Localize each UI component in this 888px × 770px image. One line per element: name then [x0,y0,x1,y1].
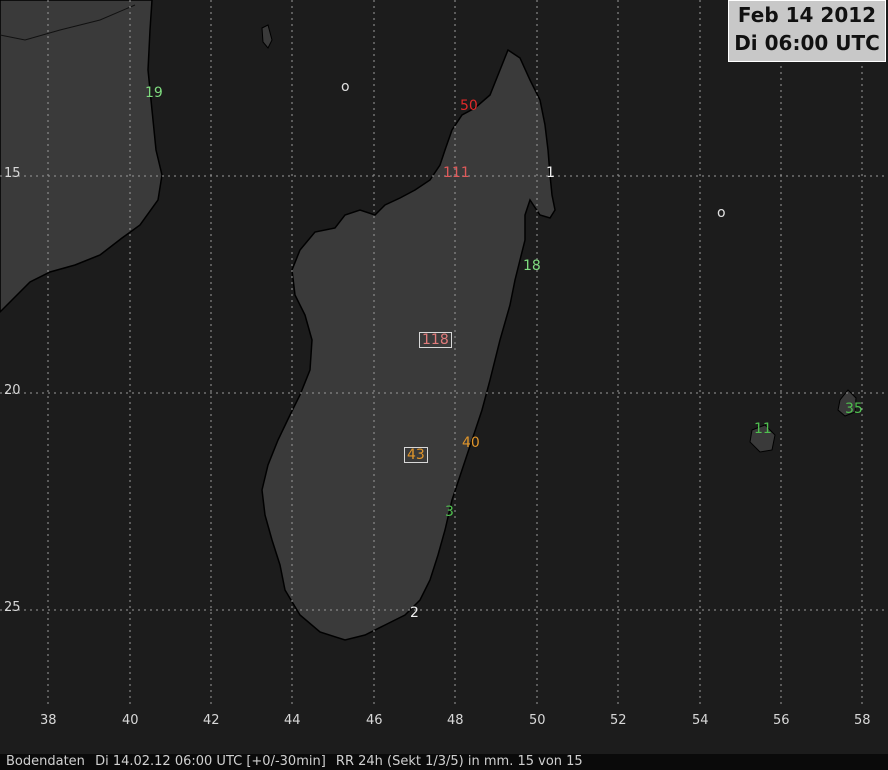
lat-label: 15 [4,166,21,181]
lon-label: 48 [447,713,464,728]
status-source: Bodendaten [6,754,85,769]
lon-label: 58 [854,713,871,728]
island-comoros [261,24,273,49]
station-value[interactable]: 50 [460,99,478,113]
africa-landmass [0,0,163,314]
madagascar-landmass [261,48,556,641]
lon-label: 52 [610,713,627,728]
station-value[interactable]: 40 [462,436,480,450]
status-product: RR 24h (Sekt 1/3/5) in mm. 15 von 15 [335,754,583,769]
time-label: Di 06:00 UTC [734,31,880,55]
station-value-boxed[interactable]: 118 [419,332,452,348]
lat-label: 20 [4,383,21,398]
lat-label: 25 [4,600,21,615]
station-value[interactable]: 2 [410,606,419,620]
station-value[interactable]: o [717,206,726,220]
map-canvas [0,0,888,708]
station-value[interactable]: 18 [523,259,541,273]
lon-label: 54 [692,713,709,728]
station-value[interactable]: 35 [845,402,863,416]
lon-label: 40 [122,713,139,728]
date-label: Feb 14 2012 [737,3,877,27]
station-value[interactable]: 111 [443,166,470,180]
timestamp-box: Feb 14 2012 Di 06:00 UTC [728,0,886,62]
status-bar: Bodendaten Di 14.02.12 06:00 UTC [+0/-30… [0,754,888,770]
station-value[interactable]: o [341,80,350,94]
station-value[interactable]: 11 [754,422,772,436]
lon-label: 38 [40,713,57,728]
lon-label: 56 [773,713,790,728]
station-value[interactable]: 3 [445,505,454,519]
station-value-boxed[interactable]: 43 [404,447,428,463]
station-value[interactable]: 1 [546,166,555,180]
status-timestamp: Di 14.02.12 06:00 UTC [+0/-30min] [95,754,326,769]
lon-label: 42 [203,713,220,728]
lon-label: 44 [284,713,301,728]
lon-label: 50 [529,713,546,728]
map-area[interactable]: 15 20 25 38 40 42 44 46 48 50 52 54 56 5… [0,0,888,755]
station-value[interactable]: 19 [145,86,163,100]
lon-label: 46 [366,713,383,728]
